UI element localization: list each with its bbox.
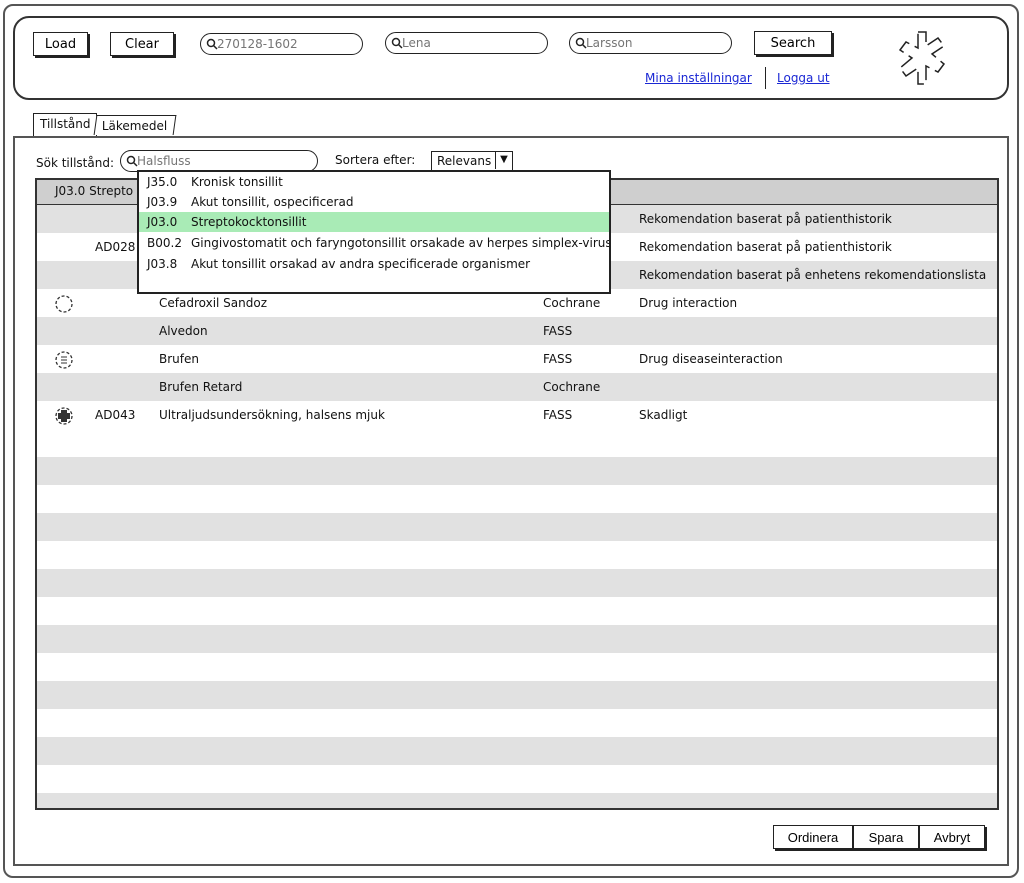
condition-search-label: Sök tillstånd: [36,156,115,170]
empty-row [37,709,997,737]
logout-link[interactable]: Logga ut [777,71,830,85]
row-name: Cefadroxil Sandoz [159,296,268,310]
save-button[interactable]: Spara [853,825,919,849]
danger-icon [55,407,73,425]
item-text: Gingivostomatit och faryngotonsillit ors… [191,236,609,250]
row-source: FASS [543,408,573,422]
autocomplete-item-selected[interactable]: J03.0 Streptokocktonsillit [139,212,609,232]
empty-row [37,653,997,681]
table-row[interactable]: Alvedon FASS [37,317,997,345]
table-row[interactable]: Brufen Retard Cochrane [37,373,997,401]
empty-row [37,569,997,597]
empty-row [37,681,997,709]
condition-search-input[interactable] [137,152,307,170]
item-code: J03.0 [147,215,178,229]
clear-button[interactable]: Clear [110,32,174,56]
order-button[interactable]: Ordinera [773,825,853,849]
sort-label: Sortera efter: [335,153,416,167]
tab-label: Tillstånd [40,117,91,131]
item-code: J03.9 [147,195,178,209]
caution-dashed-icon [55,351,73,369]
tab-lakemedel[interactable]: Läkemedel [93,115,177,135]
lastname-search-field[interactable] [569,32,732,54]
row-note: Skadligt [639,408,688,422]
row-source: FASS [543,324,573,338]
table-row[interactable]: AD043 Ultraljudsundersökning, halsens mj… [37,401,997,429]
row-note: Drug diseaseinteraction [639,352,783,366]
row-name: Ultraljudsundersökning, halsens mjuk [159,408,385,422]
header-bar [13,16,1009,100]
row-name: Brufen Retard [159,380,243,394]
row-note: Rekomendation baserat på enhetens rekome… [639,268,987,282]
empty-row [37,485,997,513]
table-row[interactable]: Brufen FASS Drug diseaseinteraction [37,345,997,373]
star-of-life-logo-icon [898,31,946,85]
row-code: AD028 [95,240,136,254]
load-button[interactable]: Load [33,32,88,56]
warning-dashed-icon [55,295,73,313]
cancel-button[interactable]: Avbryt [919,825,985,849]
row-note: Rekomendation baserat på patienthistorik [639,212,892,226]
sort-value: Relevans [437,154,492,168]
empty-row [37,457,997,485]
autocomplete-item[interactable]: J35.0 Kronisk tonsillit [139,172,609,192]
sort-select[interactable]: Relevans ▼ [431,151,513,171]
condition-autocomplete-dropdown: J35.0 Kronisk tonsillit J03.9 Akut tonsi… [137,170,611,294]
condition-search-field[interactable] [120,150,318,172]
tab-tillstand[interactable]: Tillstånd [33,113,97,137]
row-note: Rekomendation baserat på patienthistorik [639,240,892,254]
empty-row [37,513,997,541]
item-text: Kronisk tonsillit [191,175,283,189]
empty-row [37,541,997,569]
firstname-search-field[interactable] [385,32,548,54]
chevron-down-icon[interactable]: ▼ [495,152,512,169]
pnr-search-field[interactable] [200,33,363,55]
search-button[interactable]: Search [754,31,832,55]
empty-row [37,625,997,653]
item-code: J03.8 [147,257,178,271]
row-code: AD043 [95,408,136,422]
link-separator [765,67,766,89]
row-source: Cochrane [543,380,601,394]
row-name: Alvedon [159,324,208,338]
pnr-input[interactable] [217,35,347,53]
tab-label: Läkemedel [101,119,168,133]
firstname-input[interactable] [402,34,532,52]
empty-row [37,429,997,457]
empty-row [37,765,997,793]
group-header-label: J03.0 Strepto [55,184,134,198]
row-name: Brufen [159,352,199,366]
lastname-input[interactable] [586,34,716,52]
settings-link[interactable]: Mina inställningar [645,71,752,85]
row-note: Drug interaction [639,296,738,310]
item-text: Akut tonsillit orsakad av andra specific… [191,257,531,271]
autocomplete-item[interactable]: B00.2 Gingivostomatit och faryngotonsill… [139,233,609,253]
row-source: FASS [543,352,573,366]
autocomplete-item[interactable]: J03.8 Akut tonsillit orsakad av andra sp… [139,254,609,274]
row-source: Cochrane [543,296,601,310]
item-text: Streptokocktonsillit [191,215,307,229]
item-text: Akut tonsillit, ospecificerad [191,195,354,209]
autocomplete-item[interactable]: J03.9 Akut tonsillit, ospecificerad [139,192,609,212]
empty-row [37,597,997,625]
empty-row [37,793,997,808]
empty-row [37,737,997,765]
item-code: J35.0 [147,175,178,189]
item-code: B00.2 [147,236,182,250]
